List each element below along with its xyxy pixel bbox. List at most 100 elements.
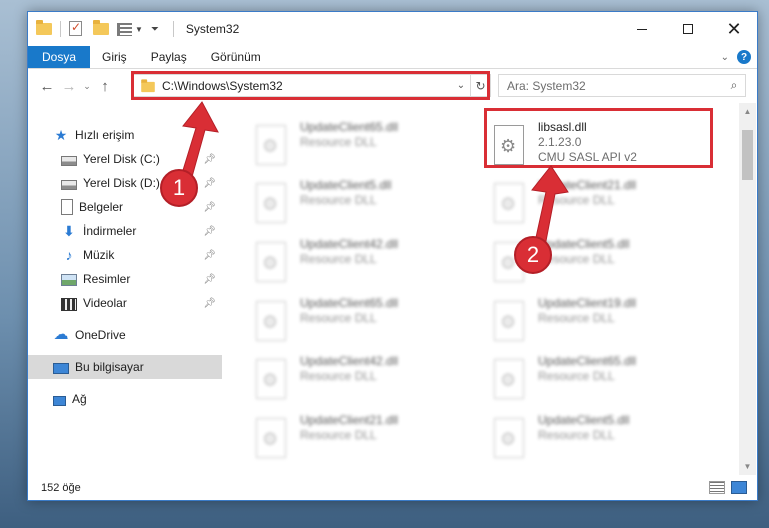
view-options-icon[interactable]	[117, 22, 132, 36]
dll-file-icon: ⚙	[488, 357, 534, 405]
file-type: Resource DLL	[538, 428, 615, 442]
chevron-down-icon[interactable]: ▼	[135, 25, 143, 34]
file-name: UpdateClient65.dll	[300, 296, 399, 310]
tab-view[interactable]: Görünüm	[199, 46, 273, 68]
scroll-thumb[interactable]	[742, 130, 753, 180]
sidebar-item-quick-access[interactable]: ★ Hızlı erişim	[28, 123, 222, 147]
pin-icon: 📌︎	[203, 177, 216, 189]
computer-icon	[53, 362, 69, 374]
sidebar-item-local-disk-c[interactable]: Yerel Disk (C:) 📌︎	[28, 147, 222, 171]
sidebar-item-label: Hızlı erişim	[75, 128, 135, 142]
sidebar-item-label: Yerel Disk (C:)	[83, 152, 160, 166]
help-icon[interactable]: ?	[737, 50, 751, 64]
file-name: UpdateClient19.dll	[538, 296, 637, 310]
expand-ribbon-icon[interactable]: ⌄	[721, 52, 729, 63]
view-switcher	[703, 481, 747, 494]
search-icon[interactable]: ⌕	[723, 78, 745, 93]
minimize-button[interactable]	[619, 12, 665, 46]
new-folder-icon[interactable]	[93, 20, 109, 37]
sidebar-item-music[interactable]: ♪ Müzik 📌︎	[28, 243, 222, 267]
file-tile[interactable]: ⚙ UpdateClient21.dll Resource DLL	[488, 177, 716, 235]
disk-icon	[61, 179, 77, 190]
sidebar-item-label: Ağ	[72, 392, 87, 406]
cloud-icon: ☁	[53, 326, 69, 343]
sidebar-item-label: OneDrive	[75, 328, 126, 342]
file-name: UpdateClient5.dll	[538, 237, 630, 251]
file-name: UpdateClient5.dll	[300, 178, 392, 192]
disk-icon	[61, 155, 77, 166]
pictures-icon	[61, 274, 77, 286]
maximize-button[interactable]	[665, 12, 711, 46]
toolbar-divider	[172, 21, 174, 37]
vertical-scrollbar[interactable]: ▲ ▼	[739, 103, 756, 475]
dll-file-icon: ⚙	[250, 299, 296, 347]
tab-file[interactable]: Dosya	[28, 46, 91, 68]
forward-icon[interactable]: →	[58, 78, 80, 95]
sidebar-item-onedrive[interactable]: ☁ OneDrive	[28, 323, 222, 347]
tab-share[interactable]: Paylaş	[139, 46, 199, 68]
details-view-icon[interactable]	[709, 481, 725, 494]
file-tile[interactable]: ⚙ UpdateClient65.dll Resource DLL	[250, 295, 478, 353]
file-name: UpdateClient42.dll	[300, 237, 399, 251]
close-icon: ✕	[726, 19, 742, 39]
sidebar-item-label: Belgeler	[79, 200, 124, 214]
file-type: Resource DLL	[300, 428, 377, 442]
network-icon	[53, 395, 66, 406]
file-name: UpdateClient21.dll	[300, 413, 399, 427]
file-name: UpdateClient5.dll	[538, 413, 630, 427]
search-box: ⌕	[498, 74, 746, 97]
pin-icon: 📌︎	[203, 225, 216, 237]
quick-access-toolbar: ▼ ⏷	[36, 12, 182, 46]
dll-file-icon: ⚙	[250, 416, 296, 464]
dll-file-icon: ⚙	[250, 123, 296, 171]
back-icon[interactable]: ←	[36, 78, 58, 95]
file-tile[interactable]: ⚙ UpdateClient65.dll Resource DLL	[250, 119, 478, 177]
sidebar-item-this-pc[interactable]: Bu bilgisayar	[28, 355, 222, 379]
minimize-icon	[637, 28, 647, 30]
file-highlight-box	[484, 108, 713, 168]
sidebar-item-pictures[interactable]: Resimler 📌︎	[28, 267, 222, 291]
ribbon-controls: ⌄ ?	[721, 50, 751, 64]
file-tile[interactable]: ⚙ UpdateClient42.dll Resource DLL	[250, 353, 478, 411]
file-type: Resource DLL	[538, 193, 615, 207]
sidebar-item-label: Videolar	[83, 296, 127, 310]
star-icon: ★	[54, 127, 68, 143]
customize-toolbar-icon[interactable]: ⏷	[151, 24, 159, 35]
file-tile[interactable]: ⚙ UpdateClient5.dll Resource DLL	[250, 177, 478, 235]
file-type: Resource DLL	[300, 135, 377, 149]
sidebar-item-videos[interactable]: Videolar 📌︎	[28, 291, 222, 315]
sidebar-item-label: Müzik	[83, 248, 115, 262]
downloads-icon: ⬇	[63, 223, 75, 239]
file-tile[interactable]: ⚙ UpdateClient5.dll Resource DLL	[488, 412, 716, 470]
videos-icon	[61, 297, 77, 311]
file-tile[interactable]: ⚙ UpdateClient65.dll Resource DLL	[488, 353, 716, 411]
scroll-down-icon[interactable]: ▼	[739, 458, 756, 475]
up-icon[interactable]: ↑	[94, 78, 116, 95]
address-highlight-box	[131, 71, 490, 100]
file-tile[interactable]: ⚙ UpdateClient19.dll Resource DLL	[488, 295, 716, 353]
tab-home[interactable]: Giriş	[90, 46, 139, 68]
file-tile[interactable]: ⚙ UpdateClient42.dll Resource DLL	[250, 236, 478, 294]
documents-icon	[61, 199, 73, 215]
dll-file-icon: ⚙	[250, 181, 296, 229]
title-bar: ▼ ⏷ System32 ✕	[28, 12, 757, 46]
recent-locations-icon[interactable]: ⌄	[80, 81, 94, 92]
file-name: UpdateClient65.dll	[538, 354, 637, 368]
window-controls: ✕	[619, 12, 757, 46]
status-bar: 152 öğe	[28, 475, 757, 500]
scroll-up-icon[interactable]: ▲	[739, 103, 756, 120]
window-title: System32	[185, 22, 240, 36]
tiles-view-icon[interactable]	[731, 481, 747, 494]
properties-icon[interactable]	[69, 20, 85, 37]
maximize-icon	[683, 24, 693, 34]
step-2-badge: 2	[514, 236, 552, 274]
close-button[interactable]: ✕	[711, 12, 757, 46]
file-type: Resource DLL	[300, 369, 377, 383]
sidebar-item-downloads[interactable]: ⬇ İndirmeler 📌︎	[28, 219, 222, 243]
sidebar-item-label: Yerel Disk (D:)	[83, 176, 160, 190]
file-tile[interactable]: ⚙ UpdateClient21.dll Resource DLL	[250, 412, 478, 470]
search-input[interactable]	[499, 78, 723, 93]
sidebar-item-network[interactable]: Ağ	[28, 387, 222, 411]
file-name: UpdateClient21.dll	[538, 178, 637, 192]
navigation-pane: ★ Hızlı erişim Yerel Disk (C:) 📌︎ Yerel …	[28, 103, 222, 475]
